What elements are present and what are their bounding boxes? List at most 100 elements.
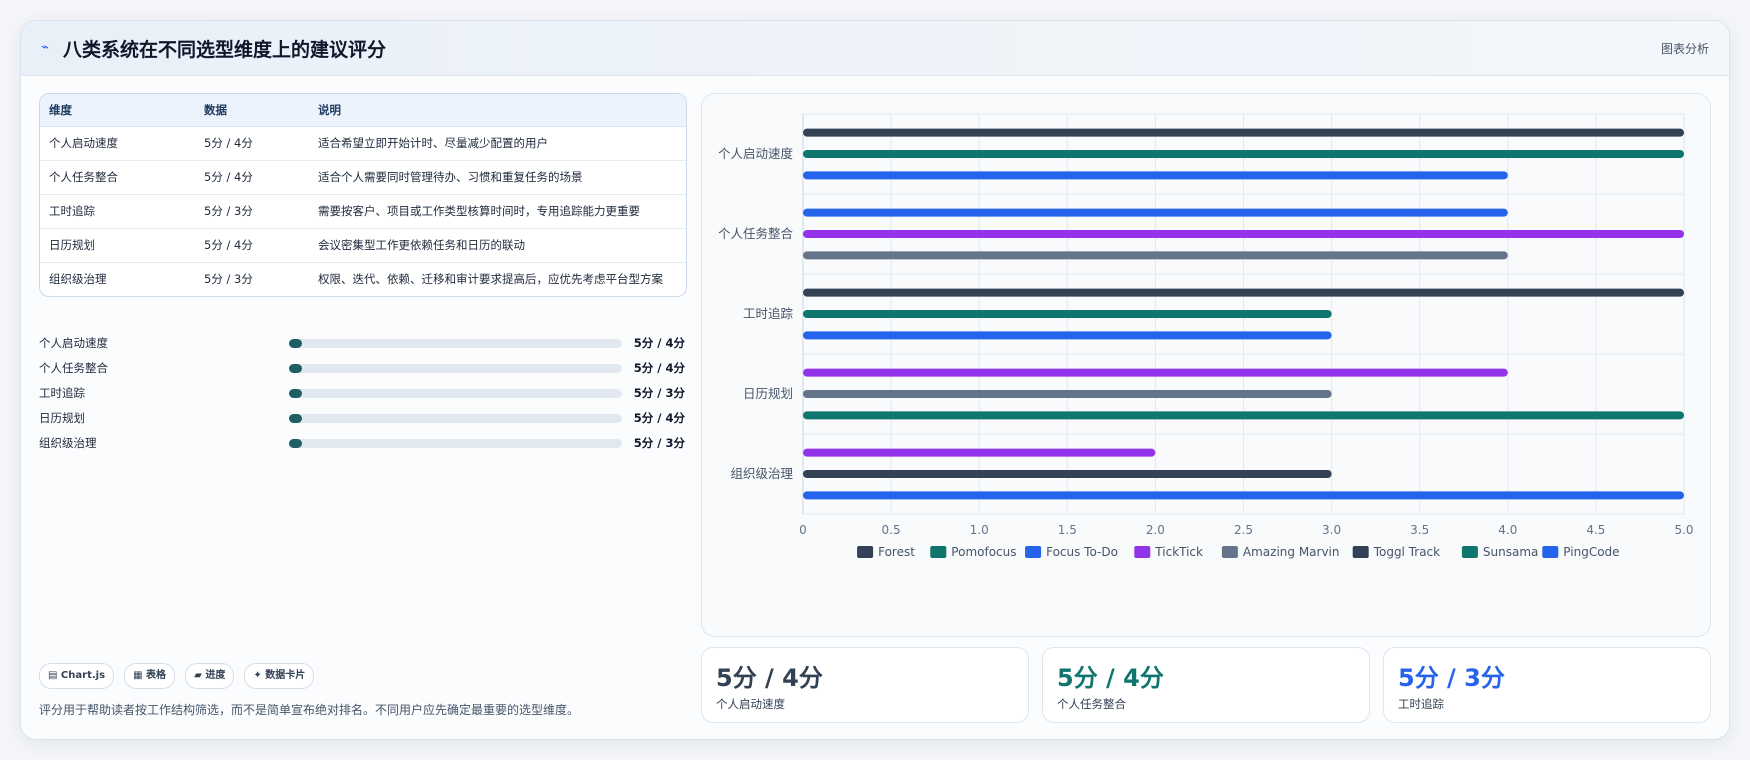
x-tick-label: 2.0 xyxy=(1146,523,1165,537)
column-header: 数据 xyxy=(195,94,309,127)
bar xyxy=(803,368,1508,377)
progress-row: 个人启动速度 5分 / 4分 xyxy=(39,331,685,356)
table-row: 日历规划 5分 / 4分 会议密集型工作更依赖任务和日历的联动 xyxy=(40,228,686,263)
bar xyxy=(803,331,1332,340)
legend-label: PingCode xyxy=(1563,545,1619,559)
table-cell: 5分 / 3分 xyxy=(195,194,309,229)
stat-card: 5分 / 4分 个人启动速度 xyxy=(701,647,1029,723)
bar xyxy=(803,390,1332,398)
table-row: 工时追踪 5分 / 3分 需要按客户、项目或工作类型核算时间时，专用追踪能力更重… xyxy=(40,194,686,229)
progress-row: 工时追踪 5分 / 3分 xyxy=(39,381,685,406)
progress-row: 组织级治理 5分 / 3分 xyxy=(39,431,685,456)
legend-swatch xyxy=(930,546,947,558)
x-tick-label: 3.5 xyxy=(1410,523,1429,537)
bar xyxy=(803,411,1684,420)
progress-track xyxy=(289,389,622,398)
bar xyxy=(803,288,1684,297)
progress-fill xyxy=(289,389,303,398)
stat-value: 5分 / 4分 xyxy=(716,664,823,692)
progress-label: 组织级治理 xyxy=(39,436,97,450)
trend-icon: ⌁ xyxy=(41,40,49,55)
chip-data-cards[interactable]: ✦ 数据卡片 xyxy=(244,663,315,689)
progress-track xyxy=(289,414,622,423)
chip-table[interactable]: ▦ 表格 xyxy=(124,663,176,689)
x-tick-label: 3.0 xyxy=(1322,523,1341,537)
table-cell: 权限、迭代、依赖、迁移和审计要求提高后，应优先考虑平台型方案 xyxy=(318,272,663,286)
column-header: 说明 xyxy=(309,94,686,127)
progress-label: 日历规划 xyxy=(39,411,85,425)
bar xyxy=(803,448,1156,457)
progress-row: 日历规划 5分 / 4分 xyxy=(39,406,685,431)
bar xyxy=(803,208,1508,217)
y-category-label: 个人任务整合 xyxy=(718,226,794,241)
chip-progress[interactable]: ▰ 进度 xyxy=(185,663,235,689)
bar xyxy=(803,150,1684,158)
progress-list: 个人启动速度 5分 / 4分 个人任务整合 5分 / 4分 工时追踪 5分 / … xyxy=(39,331,685,456)
table-row: 组织级治理 5分 / 3分 权限、迭代、依赖、迁移和审计要求提高后，应优先考虑平… xyxy=(40,263,686,297)
table-cell: 会议密集型工作更依赖任务和日历的联动 xyxy=(309,228,686,263)
legend-label: TickTick xyxy=(1154,545,1203,559)
progress-value: 5分 / 4分 xyxy=(633,336,685,350)
x-tick-label: 1.5 xyxy=(1058,523,1077,537)
y-category-label: 个人启动速度 xyxy=(718,146,794,161)
progress-fill xyxy=(289,414,303,423)
legend-swatch xyxy=(1025,546,1042,558)
progress-label: 工时追踪 xyxy=(39,386,85,400)
stat-label: 个人启动速度 xyxy=(716,697,785,711)
table-row: 个人任务整合 5分 / 4分 适合个人需要同时管理待办、习惯和重复任务的场景 xyxy=(40,160,686,195)
footnote: 评分用于帮助读者按工作结构筛选，而不是简单宣布绝对排名。不同用户应先确定最重要的… xyxy=(39,703,580,717)
table-cell: 适合个人需要同时管理待办、习惯和重复任务的场景 xyxy=(309,160,686,195)
legend-label: Toggl Track xyxy=(1373,545,1440,559)
progress-row: 个人任务整合 5分 / 4分 xyxy=(39,356,685,381)
legend-swatch xyxy=(1461,546,1478,558)
table-cell: 个人任务整合 xyxy=(40,160,195,195)
chart-panel: 0 0.5 1.0 1.5 2.0 2.5 3.0 3.5 4.0 4.5 5.0 个人启动速度 个人任… xyxy=(701,93,1711,637)
y-category-label: 工时追踪 xyxy=(743,306,794,321)
chip-chartjs[interactable]: ▤ Chart.js xyxy=(39,663,115,689)
progress-track xyxy=(289,439,622,448)
x-tick-label: 1.0 xyxy=(970,523,989,537)
legend-swatch xyxy=(1221,546,1238,558)
table-cell: 适合希望立即开始计时、尽量减少配置的用户 xyxy=(309,126,686,161)
progress-value: 5分 / 3分 xyxy=(633,436,685,450)
progress-fill xyxy=(289,439,303,448)
bar xyxy=(803,230,1684,238)
progress-track xyxy=(289,364,622,373)
table-cell: 个人启动速度 xyxy=(40,126,195,161)
legend-swatch xyxy=(1542,546,1559,558)
table-cell: 5分 / 4分 xyxy=(195,160,309,195)
x-tick-label: 0.5 xyxy=(882,523,901,537)
stat-value: 5分 / 4分 xyxy=(1057,664,1164,692)
bar-chart: 0 0.5 1.0 1.5 2.0 2.5 3.0 3.5 4.0 4.5 5.0 个人启动速度个人任… xyxy=(718,113,1694,559)
table-cell: 5分 / 4分 xyxy=(195,228,309,263)
table-cell: 5分 / 3分 xyxy=(204,272,253,286)
x-tick-label: 4.5 xyxy=(1586,523,1605,537)
x-tick-label: 5.0 xyxy=(1674,523,1693,537)
stat-label: 个人任务整合 xyxy=(1057,697,1126,711)
bar xyxy=(803,128,1684,137)
progress-track xyxy=(289,339,622,348)
table-cell: 日历规划 xyxy=(40,228,195,263)
y-category-label: 日历规划 xyxy=(743,386,793,401)
bar xyxy=(803,310,1332,318)
stat-value: 5分 / 3分 xyxy=(1398,664,1505,692)
stat-label: 工时追踪 xyxy=(1398,697,1444,711)
chart-analysis-link[interactable]: 图表分析 xyxy=(1661,40,1709,57)
stat-card: 5分 / 3分 工时追踪 xyxy=(1383,647,1711,723)
table-cell: 需要按客户、项目或工作类型核算时间时，专用追踪能力更重要 xyxy=(309,194,686,229)
x-tick-label: 0 xyxy=(799,523,807,537)
legend-label: Pomofocus xyxy=(951,545,1016,559)
legend-label: Amazing Marvin xyxy=(1243,545,1340,559)
x-tick-label: 2.5 xyxy=(1234,523,1253,537)
bar xyxy=(803,251,1508,260)
table-cell: 工时追踪 xyxy=(40,194,195,229)
table-cell: 5分 / 4分 xyxy=(195,126,309,161)
feature-chips: ▤ Chart.js ▦ 表格 ▰ 进度 ✦ 数据卡片 xyxy=(39,663,319,689)
legend-swatch xyxy=(857,546,874,558)
x-tick-label: 4.0 xyxy=(1498,523,1517,537)
stat-card: 5分 / 4分 个人任务整合 xyxy=(1042,647,1370,723)
y-category-label: 组织级治理 xyxy=(730,466,793,481)
legend-label: Forest xyxy=(878,545,915,559)
bar xyxy=(803,171,1508,180)
legend-label: Focus To-Do xyxy=(1046,545,1118,559)
